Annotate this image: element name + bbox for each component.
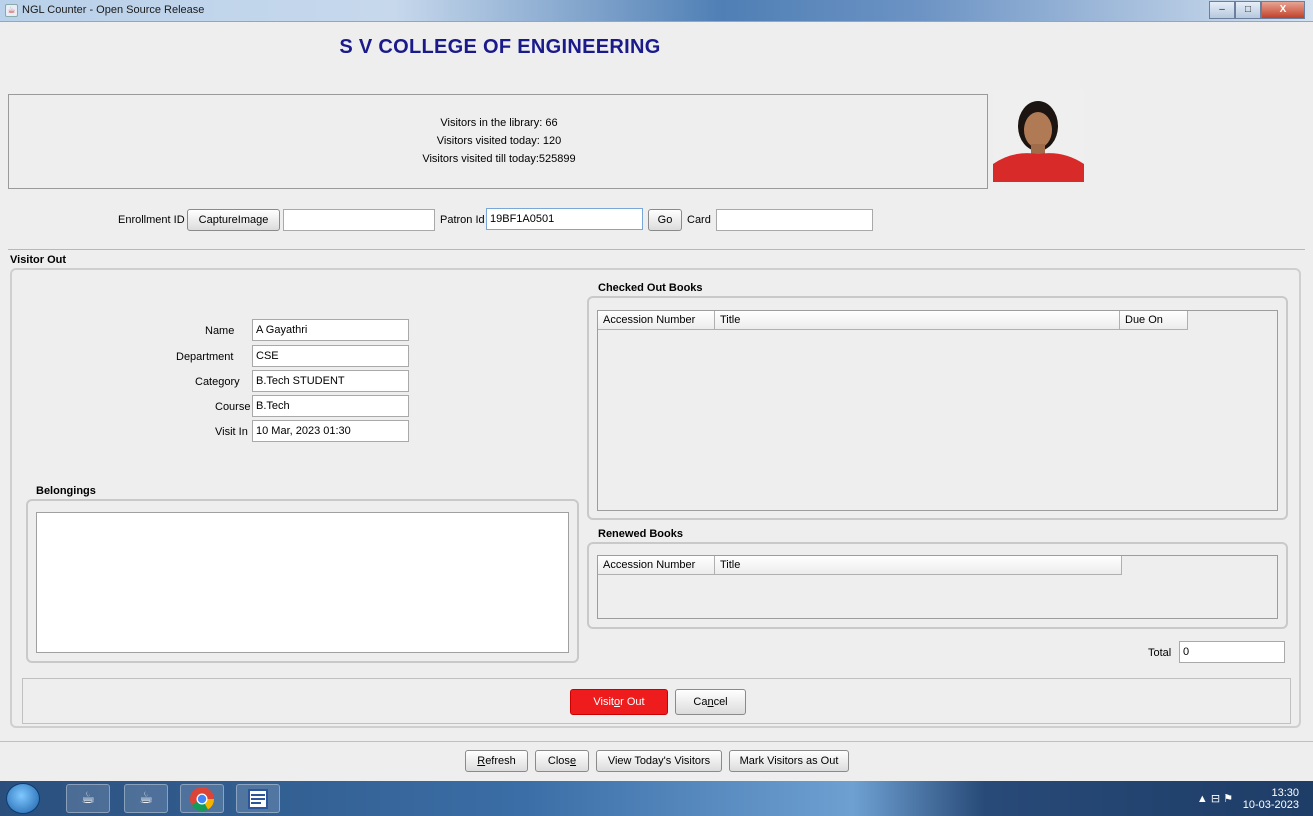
stat-today: Visitors visited today: 120 [9,135,989,147]
checked-out-table[interactable]: Accession Number Title Due On [597,310,1278,511]
close-button[interactable]: Close [535,750,589,772]
col-title[interactable]: Title [715,311,1120,330]
cancel-button[interactable]: Cancel [675,689,746,715]
col-accession-number[interactable]: Accession Number [598,311,715,330]
cancel-button-text-b: cel [713,696,728,708]
stat-in-library: Visitors in the library: 66 [9,117,989,129]
category-field[interactable]: B.Tech STUDENT [252,370,409,392]
windows-taskbar: ☕ ☕ ▲ ⊟ ⚑ 13:30 10-03-2023 [0,781,1313,816]
department-field[interactable]: CSE [252,345,409,367]
visit-in-field[interactable]: 10 Mar, 2023 01:30 [252,420,409,442]
patron-photo [993,90,1084,182]
clock-date: 10-03-2023 [1242,799,1299,811]
refresh-mnemonic: R [477,755,486,767]
close-window-button[interactable]: X [1261,1,1305,19]
java-app-icon: ☕ [5,4,18,17]
word-taskbar-icon[interactable] [236,784,280,813]
refresh-button[interactable]: Refresh [465,750,528,772]
visitor-out-title: Visitor Out [10,254,67,266]
total-label: Total [1148,647,1172,659]
visitor-stats-panel: Visitors in the library: 66 Visitors vis… [8,94,988,189]
enrollment-id-label: Enrollment ID [118,214,185,226]
stat-till-today: Visitors visited till today:525899 [9,153,989,165]
belongings-title: Belongings [36,485,96,497]
chrome-taskbar-icon[interactable] [180,784,224,813]
tray-icons[interactable]: ▲ ⊟ ⚑ [1197,792,1233,805]
window-title: NGL Counter - Open Source Release [22,4,205,16]
go-button[interactable]: Go [648,209,682,231]
close-mnemonic: e [569,755,577,767]
col-renewed-accession-number[interactable]: Accession Number [598,556,715,575]
patron-photo-image [993,90,1084,182]
department-label: Department [176,351,234,363]
renewed-books-title: Renewed Books [598,528,683,540]
refresh-button-text: efresh [485,755,516,767]
college-title: S V COLLEGE OF ENGINEERING [339,36,661,58]
course-field[interactable]: B.Tech [252,395,409,417]
mark-visitors-out-button[interactable]: Mark Visitors as Out [729,750,849,772]
stat-till-today-value: 525899 [538,153,576,165]
window-title-bar[interactable]: ☕ NGL Counter - Open Source Release – □ … [0,0,1313,22]
view-todays-visitors-button[interactable]: View Today's Visitors [596,750,722,772]
window-controls: – □ X [1209,1,1305,19]
total-field[interactable]: 0 [1179,641,1285,663]
clock-time: 13:30 [1271,787,1299,799]
renewed-books-table[interactable]: Accession Number Title [597,555,1278,619]
minimize-button[interactable]: – [1209,1,1235,19]
capture-image-button[interactable]: CaptureImage [187,209,280,231]
cancel-button-text-a: Ca [693,696,708,708]
word-logo [248,789,268,809]
java-taskbar-icon[interactable]: ☕ [66,784,110,813]
chrome-logo [190,787,214,812]
visitor-out-button[interactable]: Visitor Out [570,689,668,715]
card-label: Card [687,214,711,226]
card-input[interactable] [716,209,873,231]
col-due-on[interactable]: Due On [1120,311,1188,330]
checked-out-title: Checked Out Books [598,282,703,294]
belongings-textarea[interactable] [36,512,569,653]
start-button-icon[interactable] [6,783,40,814]
name-field[interactable]: A Gayathri [252,319,409,341]
stat-in-library-value: 66 [545,117,558,129]
system-clock[interactable]: 13:30 10-03-2023 [1243,787,1299,811]
java-taskbar-icon-2[interactable]: ☕ [124,784,168,813]
close-button-text: Clos [547,755,570,767]
maximize-button[interactable]: □ [1235,1,1261,19]
enrollment-id-input[interactable] [283,209,435,231]
col-renewed-title[interactable]: Title [715,556,1122,575]
stat-today-value: 120 [542,135,562,147]
stat-today-label: Visitors visited today: [436,135,540,147]
visitor-out-button-text-b: r Out [620,696,645,708]
patron-id-label: Patron Id [440,214,485,226]
visitor-out-button-text-a: Visit [593,696,614,708]
stat-till-today-label: Visitors visited till today: [422,153,539,165]
stat-in-library-label: Visitors in the library: [440,117,543,129]
name-label: Name [205,325,235,337]
course-label: Course [215,401,251,413]
category-label: Category [195,376,240,388]
visit-in-label: Visit In [215,426,248,438]
patron-id-input[interactable]: 19BF1A0501 [486,208,643,230]
